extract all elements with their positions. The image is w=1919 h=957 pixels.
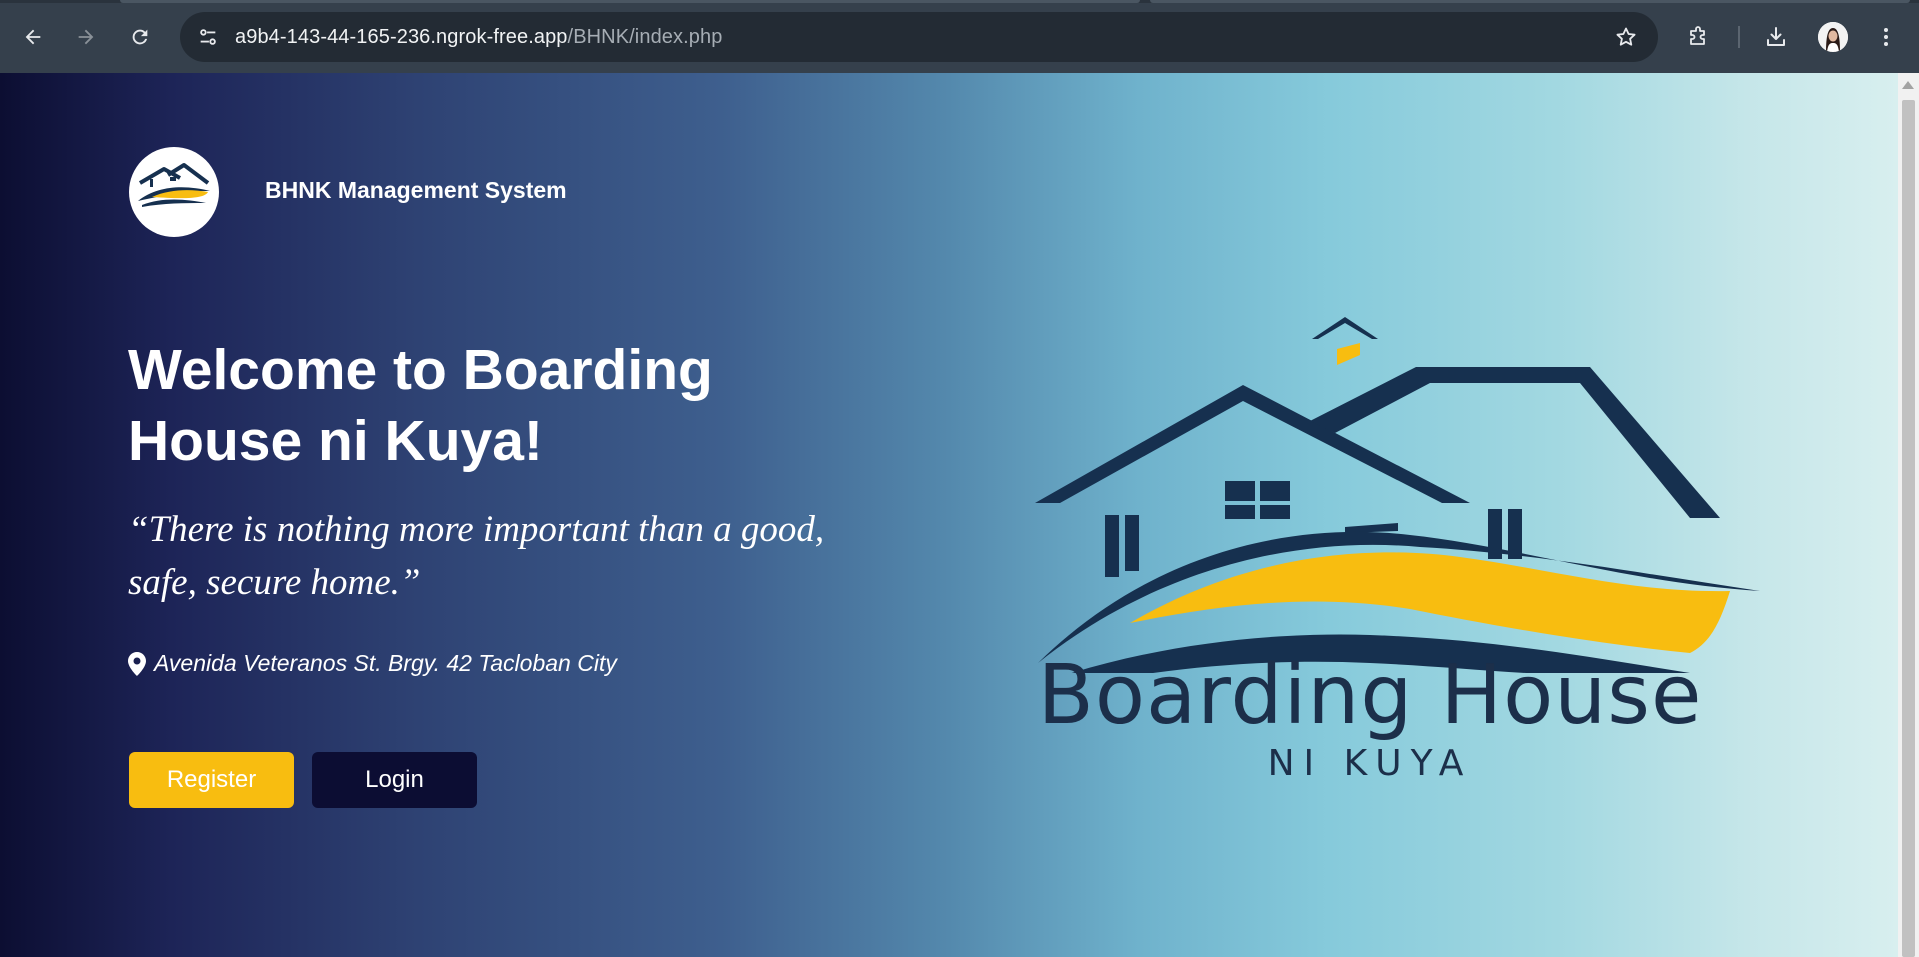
site-info-button[interactable] [194,23,222,51]
avatar[interactable] [1818,22,1848,52]
download-icon [1767,27,1785,46]
register-button[interactable]: Register [129,752,294,808]
tab-strip [0,0,1919,3]
house-logo-icon [138,163,210,207]
forward-button[interactable] [68,19,104,55]
url-text[interactable]: a9b4-143-44-165-236.ngrok-free.app/BHNK/… [235,26,722,48]
logo-name: Boarding House [1037,648,1703,743]
extensions-button[interactable] [1680,19,1716,55]
map-pin-icon [128,651,148,677]
logo-subtitle: NI KUYA [1267,743,1473,784]
address: Avenida Veteranos St. Brgy. 42 Tacloban … [128,650,617,677]
browser-menu-button[interactable] [1868,19,1904,55]
address-bar[interactable]: a9b4-143-44-165-236.ngrok-free.app/BHNK/… [180,12,1658,62]
kebab-menu-icon [1884,28,1888,46]
downloads-button[interactable] [1758,19,1794,55]
star-icon [1616,27,1636,46]
brand-logo[interactable] [129,147,219,237]
puzzle-icon [1690,26,1705,45]
brand-title: BHNK Management System [265,177,567,203]
browser-toolbar: a9b4-143-44-165-236.ngrok-free.app/BHNK/… [0,0,1919,73]
toolbar-divider [1738,26,1740,48]
landing-page: BHNK Management System Welcome to Boardi… [0,73,1898,957]
tune-icon [200,29,216,45]
url-path: /BHNK/index.php [567,26,723,48]
bookmark-button[interactable] [1612,23,1640,51]
hero-quote: “There is nothing more important than a … [128,509,825,603]
page-scrollbar[interactable] [1898,73,1919,957]
scroll-up-arrow-icon[interactable] [1902,81,1914,89]
reload-icon [132,29,148,45]
address-text: Avenida Veteranos St. Brgy. 42 Tacloban … [154,650,617,676]
scrollbar-thumb[interactable] [1902,100,1915,957]
profile-avatar-icon [1818,22,1848,52]
back-button[interactable] [15,19,51,55]
hero-title: Welcome to Boarding House ni Kuya! [128,338,713,473]
house-logo-illustration [998,317,1760,703]
login-button[interactable]: Login [312,752,477,808]
arrow-left-icon [25,29,41,45]
boarding-house-logo: Boarding House NI KUYA [990,253,1770,873]
reload-button[interactable] [122,19,158,55]
url-host: a9b4-143-44-165-236.ngrok-free.app [235,26,568,48]
arrow-right-icon [78,29,94,45]
